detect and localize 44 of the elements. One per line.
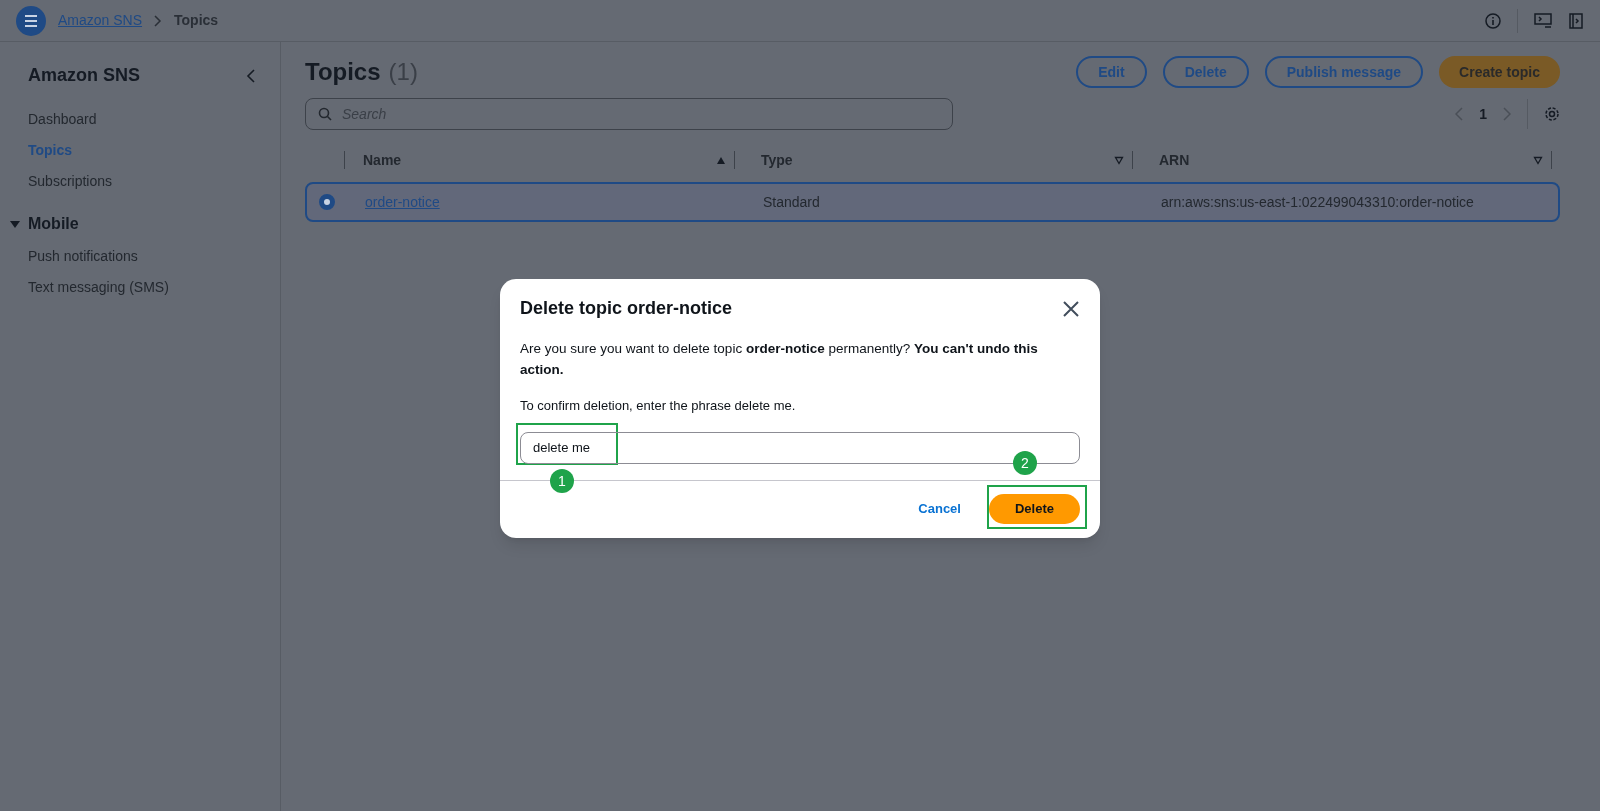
sort-icon[interactable]: [1533, 155, 1543, 165]
menu-button[interactable]: [16, 5, 46, 36]
dialog-message: Are you sure you want to delete topic order-notice permanently? You can't undo this action.: [520, 340, 1039, 379]
sidebar-item[interactable]: Push notifications: [28, 246, 280, 267]
topic-link[interactable]: order-notice: [365, 194, 440, 210]
collapse-icon[interactable]: [246, 68, 256, 83]
sidebar-group-title: Mobile: [28, 214, 79, 234]
breadcrumb-current: Topics: [174, 11, 219, 30]
cancel-button[interactable]: Cancel: [918, 499, 961, 519]
search-icon: [318, 107, 332, 121]
screen-icon[interactable]: [1534, 12, 1552, 29]
column-header[interactable]: Type: [761, 149, 793, 171]
caret-icon[interactable]: [10, 219, 20, 229]
page-title: Topics: [305, 57, 381, 87]
step-number-badge: 2: [1013, 451, 1037, 475]
radio-button[interactable]: [319, 194, 335, 210]
sidebar-item[interactable]: Dashboard: [28, 109, 280, 130]
panel-icon[interactable]: [1568, 12, 1584, 29]
dialog-title: Delete topic order-notice: [520, 297, 733, 320]
confirm-instruction: To confirm deletion, enter the phrase delete me.: [520, 397, 797, 415]
menu-icon: [23, 13, 39, 28]
action-button[interactable]: Edit: [1076, 56, 1147, 88]
step-number-badge: 1: [550, 469, 574, 493]
settings-icon[interactable]: [1544, 106, 1560, 122]
info-icon[interactable]: [1485, 12, 1501, 29]
sidebar-item[interactable]: Text messaging (SMS): [28, 277, 280, 298]
breadcrumb-link[interactable]: Amazon SNS: [58, 10, 143, 31]
table-cell: arn:aws:sns:us-east-1:022499043310:order-notice: [1161, 194, 1474, 210]
sidebar-item[interactable]: Topics: [28, 140, 280, 161]
action-button[interactable]: Publish message: [1264, 56, 1424, 88]
action-button[interactable]: Delete: [1162, 56, 1249, 88]
close-icon[interactable]: [1062, 299, 1080, 318]
table-cell: Standard: [763, 194, 820, 210]
column-header[interactable]: Name: [363, 149, 402, 171]
sidebar-title: Amazon SNS: [28, 64, 141, 87]
confirm-delete-button[interactable]: Delete: [988, 494, 1080, 524]
sort-ascending-icon[interactable]: [716, 155, 726, 165]
table-row[interactable]: order-notice Standard arn:aws:sns:us-east-1:022499043310:order-notice: [305, 182, 1560, 222]
chevron-right-icon: [154, 14, 163, 27]
sidebar-item[interactable]: Subscriptions: [28, 171, 280, 192]
page-number[interactable]: 1: [1479, 103, 1487, 125]
column-header[interactable]: ARN: [1159, 149, 1190, 171]
action-button[interactable]: Create topic: [1439, 56, 1560, 88]
sort-icon[interactable]: [1114, 155, 1124, 165]
